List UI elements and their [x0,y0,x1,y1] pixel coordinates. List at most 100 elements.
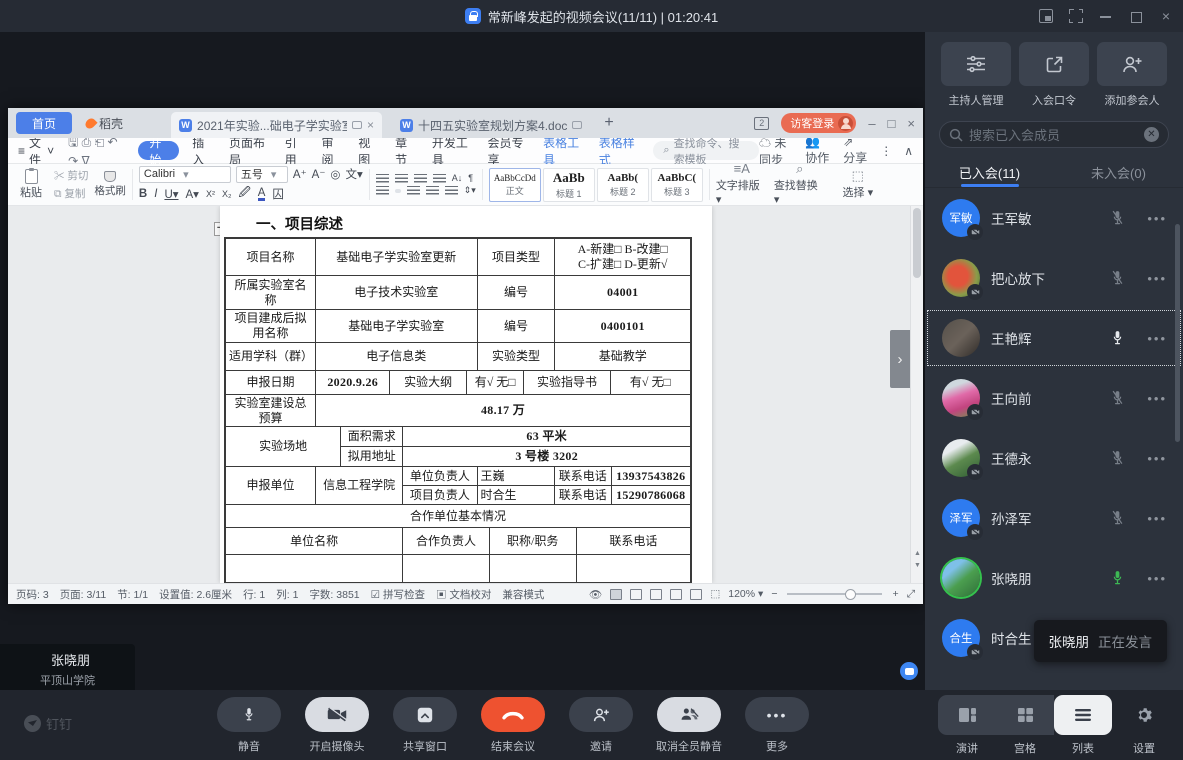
increase-indent-icon[interactable] [433,174,446,183]
subscript-button[interactable]: X₂ [222,189,232,199]
new-tab-button[interactable]: + [604,114,613,132]
grow-font-button[interactable]: A⁺ [293,167,307,181]
panel-collapse-chevron[interactable]: › [890,330,910,388]
settings-button[interactable]: 设置 [1122,695,1166,756]
zoom-out-button[interactable]: − [771,588,777,600]
wps-minimize-button[interactable]: – [868,116,875,131]
view-speaker[interactable]: 演讲 [938,695,996,756]
menu-table-tool[interactable]: 表格工具 [534,134,590,168]
typeset-button[interactable]: ≡A文字排版 ▾ [716,163,768,206]
close-button[interactable]: × [1159,9,1173,23]
mic-muted-icon[interactable] [1105,209,1129,227]
mic-speaking-icon[interactable] [1105,569,1129,587]
participant-more-button[interactable]: ••• [1147,451,1167,466]
outline-view-icon[interactable] [630,589,642,600]
add-participant-button[interactable]: 添加参会人 [1095,42,1169,108]
document-page[interactable]: 一、项目综述 项目名称 基础电子学实验室更新 项目类型 A-新建□ B-改建□ … [220,206,712,583]
participant-row[interactable]: 王向前 ••• [925,368,1183,428]
document-scrollbar[interactable]: ▲ ▼ [910,206,923,583]
participant-more-button[interactable]: ••• [1147,211,1167,226]
menu-view[interactable]: 视图 [349,134,386,168]
number-list-icon[interactable] [395,174,408,183]
zoom-level[interactable]: 120% ▾ [728,588,763,600]
menu-reference[interactable]: 引用 [276,134,313,168]
align-justify-icon[interactable] [426,186,439,195]
align-center-icon[interactable] [395,189,401,193]
invite-button[interactable]: 邀请 [569,697,633,754]
highlight-color-button[interactable]: 🖉 [238,185,250,204]
participant-more-button[interactable]: ••• [1147,391,1167,406]
tab-joined[interactable]: 已入会(11) [925,158,1054,187]
style-normal[interactable]: AaBbCcDd正文 [489,168,541,202]
meeting-code-button[interactable]: 入会口令 [1017,42,1091,108]
mic-muted-icon[interactable] [1105,269,1129,287]
menu-table-style[interactable]: 表格样式 [590,134,646,168]
participant-row[interactable]: 泽军 孙泽军 ••• [925,488,1183,548]
participant-more-button[interactable]: ••• [1147,571,1167,586]
font-name-select[interactable]: Calibri▾ [139,166,231,183]
underline-button[interactable]: U▾ [164,187,178,201]
align-right-icon[interactable] [407,186,420,195]
decrease-indent-icon[interactable] [414,174,427,183]
participant-row[interactable]: 把心放下 ••• [925,248,1183,308]
command-search-box[interactable]: ⌕ 查找命令、搜索模板 [653,141,759,160]
zoom-in-button[interactable]: + [892,588,898,600]
strikethrough-button[interactable]: A▾ [186,187,199,201]
search-participant-input[interactable]: 搜索已入会成员 ✕ [939,121,1169,148]
sidebar-scrollbar[interactable] [1175,224,1180,442]
participant-more-button[interactable]: ••• [1147,511,1167,526]
view-grid[interactable]: 宫格 [996,695,1054,756]
next-page-icon[interactable]: ▼ [911,562,923,569]
close-doc-icon[interactable]: × [367,118,374,132]
fit-page-icon[interactable]: ⬚ [710,588,720,600]
line-spacing-icon[interactable]: ⇕▾ [464,185,476,196]
more-button[interactable]: ••• 更多 [745,697,809,754]
cut-button[interactable]: ✂ 剪切 [54,168,88,183]
align-left-icon[interactable] [376,186,389,195]
fullscreen-icon[interactable] [1069,9,1083,23]
style-heading3[interactable]: AaBbC(标题 3 [651,168,703,202]
spell-check-toggle[interactable]: ☑ 拼写检查 [371,587,425,602]
wps-home-tab[interactable]: 首页 [16,112,72,134]
wps-docer-tab[interactable]: 稻壳 [86,112,123,134]
view-list[interactable]: 列表 [1054,695,1112,756]
participant-more-button[interactable]: ••• [1147,331,1167,346]
show-marks-icon[interactable]: ¶ [468,173,473,183]
ink-view-icon[interactable] [690,589,702,600]
format-painter-button[interactable]: 格式刷 [94,171,126,198]
camera-on-button[interactable]: 开启摄像头 [305,697,369,754]
menu-devtools[interactable]: 开发工具 [423,134,479,168]
participant-row[interactable]: 军敏 王军敏 ••• [925,188,1183,248]
doc-tab-2[interactable]: W 十四五实验室规划方案4.doc [392,112,590,138]
menu-insert[interactable]: 插入 [183,134,220,168]
host-manage-button[interactable]: 主持人管理 [939,42,1013,108]
mute-button[interactable]: 静音 [217,697,281,754]
menu-member[interactable]: 会员专享 [479,134,535,168]
italic-button[interactable]: I [154,188,157,200]
quick-access-icons[interactable]: 🖫 ⎙ ⎗ ↶ ↷ ᐁ [68,133,126,168]
wps-maximize-button[interactable]: □ [888,116,896,131]
window-count-badge[interactable]: 2 [754,117,769,130]
superscript-button[interactable]: X² [206,189,215,199]
zoom-slider[interactable] [787,593,882,595]
menu-section[interactable]: 章节 [386,134,423,168]
distribute-icon[interactable] [445,186,458,195]
participant-more-button[interactable]: ••• [1147,271,1167,286]
doc-proof-toggle[interactable]: ▣ 文档校对 [436,587,491,602]
clear-format-button[interactable]: ◎ [330,167,340,181]
page-view-icon[interactable] [610,589,622,600]
style-heading1[interactable]: AaBb标题 1 [543,168,595,202]
doc-tab-1[interactable]: W 2021年实验...础电子学实验室 × [171,112,382,138]
mini-window-icon[interactable] [1039,9,1053,23]
wps-close-button[interactable]: × [907,116,915,131]
prev-page-icon[interactable]: ▲ [911,550,923,557]
participant-row[interactable]: 王德永 ••• [925,428,1183,488]
end-meeting-button[interactable]: 结束会议 [481,697,545,754]
book-view-icon[interactable] [650,589,662,600]
collab-button[interactable]: 👥协作 [805,135,831,166]
eye-protect-icon[interactable]: 👁 [589,588,602,601]
copy-button[interactable]: ⧉ 复制 [54,186,88,201]
mic-muted-icon[interactable] [1105,509,1129,527]
char-border-button[interactable]: 囚 [272,186,284,202]
chat-bubble-button[interactable] [900,662,918,680]
